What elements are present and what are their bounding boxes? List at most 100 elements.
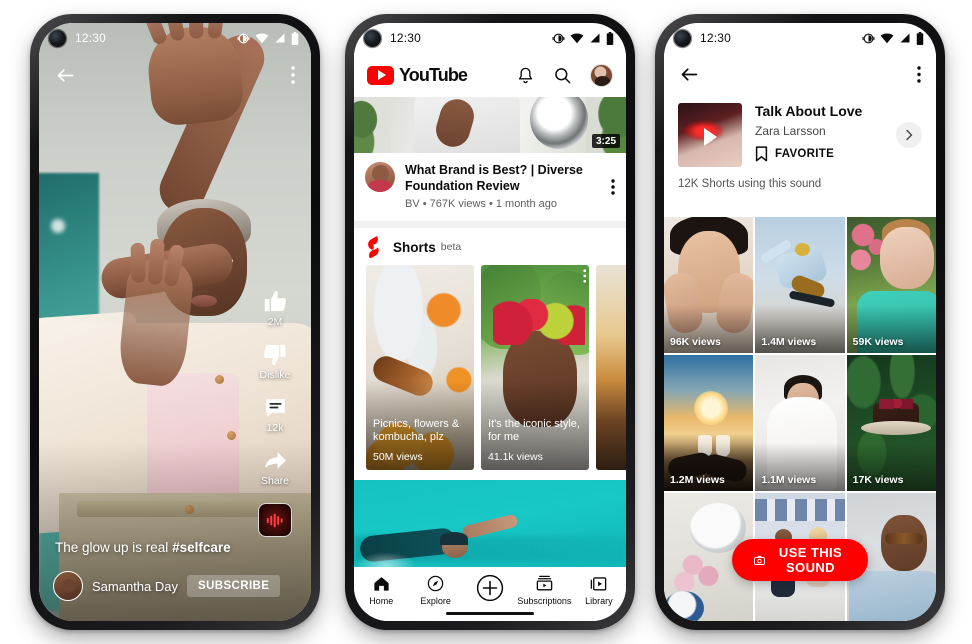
grid-item[interactable]: 1.1M views xyxy=(755,355,845,491)
youtube-app-header: YouTube xyxy=(354,53,626,97)
grid-item[interactable]: 1.4M views xyxy=(755,217,845,353)
sound-waveform-icon[interactable] xyxy=(258,503,292,537)
signal-icon xyxy=(275,33,285,43)
more-vertical-icon[interactable] xyxy=(582,269,587,283)
phone-screen: 12:30 Talk About Love Zara Larsson FAVOR… xyxy=(664,23,936,621)
shorts-top-bar xyxy=(39,53,311,97)
channel-name[interactable]: Samantha Day xyxy=(92,579,178,594)
phone-mockup-shorts-player: 12:30 2M Dislike 12k Share The glow up i… xyxy=(30,14,320,630)
compass-icon xyxy=(427,575,444,592)
grid-item[interactable]: 96K views xyxy=(664,217,754,353)
nav-item-create[interactable] xyxy=(463,574,517,605)
nav-label: Explore xyxy=(420,596,451,606)
chevron-right-icon[interactable] xyxy=(896,122,922,148)
battery-icon xyxy=(291,31,299,45)
grid-item[interactable]: 17K views xyxy=(846,355,936,491)
nav-item-explore[interactable]: Explore xyxy=(408,574,462,606)
grid-item-views: 1.2M views xyxy=(670,474,725,486)
vibrate-icon xyxy=(552,33,565,43)
berries xyxy=(878,399,913,409)
video-metadata-row[interactable]: What Brand is Best? | Diverse Foundation… xyxy=(354,153,626,221)
sound-title: Talk About Love xyxy=(755,103,863,119)
dislike-action[interactable]: Dislike xyxy=(260,342,290,381)
account-avatar[interactable] xyxy=(590,63,613,87)
avatar[interactable] xyxy=(53,571,83,601)
library-icon xyxy=(591,577,607,591)
shorts-card[interactable] xyxy=(596,265,626,470)
signal-icon xyxy=(590,33,600,43)
grid-item[interactable]: 1.2M views xyxy=(664,355,754,491)
plus-circle-icon xyxy=(476,574,504,602)
phone-screen: 12:30 YouTube 3:25 What Brand is Best? |… xyxy=(354,23,626,621)
camera-icon xyxy=(754,555,765,565)
shorts-card-row[interactable]: Picnics, flowers & kombucha, plz 50M vie… xyxy=(354,265,626,470)
share-action[interactable]: Share xyxy=(261,448,289,487)
sound-thumbnail[interactable] xyxy=(678,103,742,167)
back-arrow-icon[interactable] xyxy=(679,64,700,85)
phone-mockup-sound-page: 12:30 Talk About Love Zara Larsson FAVOR… xyxy=(655,14,945,630)
home-feed[interactable]: 3:25 What Brand is Best? | Diverse Found… xyxy=(354,97,626,567)
battery-icon xyxy=(916,31,924,45)
subscribe-button[interactable]: SUBSCRIBE xyxy=(187,575,281,597)
shorts-card-title: Picnics, flowers & kombucha, plz xyxy=(373,417,460,444)
grid-item-views: 59K views xyxy=(852,336,904,348)
wifi-icon xyxy=(880,33,894,44)
bell-icon[interactable] xyxy=(516,66,535,85)
sound-artist: Zara Larsson xyxy=(755,124,826,138)
share-icon xyxy=(264,452,286,469)
bottom-navigation-bar: Home Explore Subscriptions Library xyxy=(354,567,626,621)
video-title[interactable]: What Brand is Best? | Diverse Foundation… xyxy=(405,162,601,194)
home-indicator xyxy=(446,611,534,615)
lips xyxy=(191,295,217,307)
finger xyxy=(130,242,146,284)
shorts-shelf-header: Shorts beta xyxy=(354,236,626,265)
signal-icon xyxy=(900,33,910,43)
sound-row: Talk About Love Zara Larsson FAVORITE xyxy=(678,103,922,167)
nav-item-subscriptions[interactable]: Subscriptions xyxy=(517,574,571,606)
status-icons xyxy=(237,31,299,45)
shorts-card[interactable]: Picnics, flowers & kombucha, plz 50M vie… xyxy=(366,265,474,470)
flower-crown xyxy=(493,299,585,345)
status-bar: 12:30 xyxy=(664,23,936,53)
nav-item-home[interactable]: Home xyxy=(354,574,408,606)
favorite-label: FAVORITE xyxy=(775,148,835,160)
button-detail xyxy=(215,375,224,384)
battery-icon xyxy=(606,31,614,45)
shorts-using-sound-count: 12K Shorts using this sound xyxy=(678,178,822,190)
status-clock: 12:30 xyxy=(700,31,732,45)
camera-punch-hole xyxy=(674,29,691,47)
shorts-card-title: It's the iconic style, for me xyxy=(488,417,580,444)
comment-action[interactable]: 12k xyxy=(263,395,288,434)
favorite-button[interactable]: FAVORITE xyxy=(755,146,883,162)
more-vertical-icon[interactable] xyxy=(611,162,615,210)
back-arrow-icon[interactable] xyxy=(55,65,76,86)
shorts-card[interactable]: It's the iconic style, for me 41.1k view… xyxy=(481,265,589,470)
shorts-channel-row: Samantha Day SUBSCRIBE xyxy=(53,571,281,601)
video-thumbnail[interactable]: 3:25 xyxy=(354,97,626,153)
shorts-shelf-title: Shorts xyxy=(393,239,436,255)
grid-item-views: 96K views xyxy=(670,336,721,348)
status-clock: 12:30 xyxy=(75,31,107,45)
caption-hashtag[interactable]: #selfcare xyxy=(172,540,231,555)
channel-avatar[interactable] xyxy=(365,162,395,192)
vibrate-icon xyxy=(862,33,875,43)
youtube-logo[interactable]: YouTube xyxy=(367,65,468,86)
more-vertical-icon[interactable] xyxy=(917,65,921,83)
nav-item-library[interactable]: Library xyxy=(572,574,626,606)
face xyxy=(880,227,934,289)
grid-item[interactable]: 59K views xyxy=(846,217,936,353)
status-clock: 12:30 xyxy=(390,31,422,45)
like-action[interactable]: 2M xyxy=(263,289,288,328)
subscriptions-icon xyxy=(536,575,553,591)
thumbs-down-icon xyxy=(264,344,286,366)
search-icon[interactable] xyxy=(553,66,572,85)
comment-count: 12k xyxy=(266,422,284,434)
status-bar: 12:30 xyxy=(39,23,311,53)
video-meta: BV • 767K views • 1 month ago xyxy=(405,198,558,210)
use-this-sound-button[interactable]: USE THIS SOUND xyxy=(732,539,868,581)
status-icons xyxy=(862,31,924,45)
more-vertical-icon[interactable] xyxy=(291,66,295,84)
camera-punch-hole xyxy=(364,29,381,47)
video-duration-badge: 3:25 xyxy=(591,134,620,148)
feed-video-player[interactable] xyxy=(354,480,626,567)
